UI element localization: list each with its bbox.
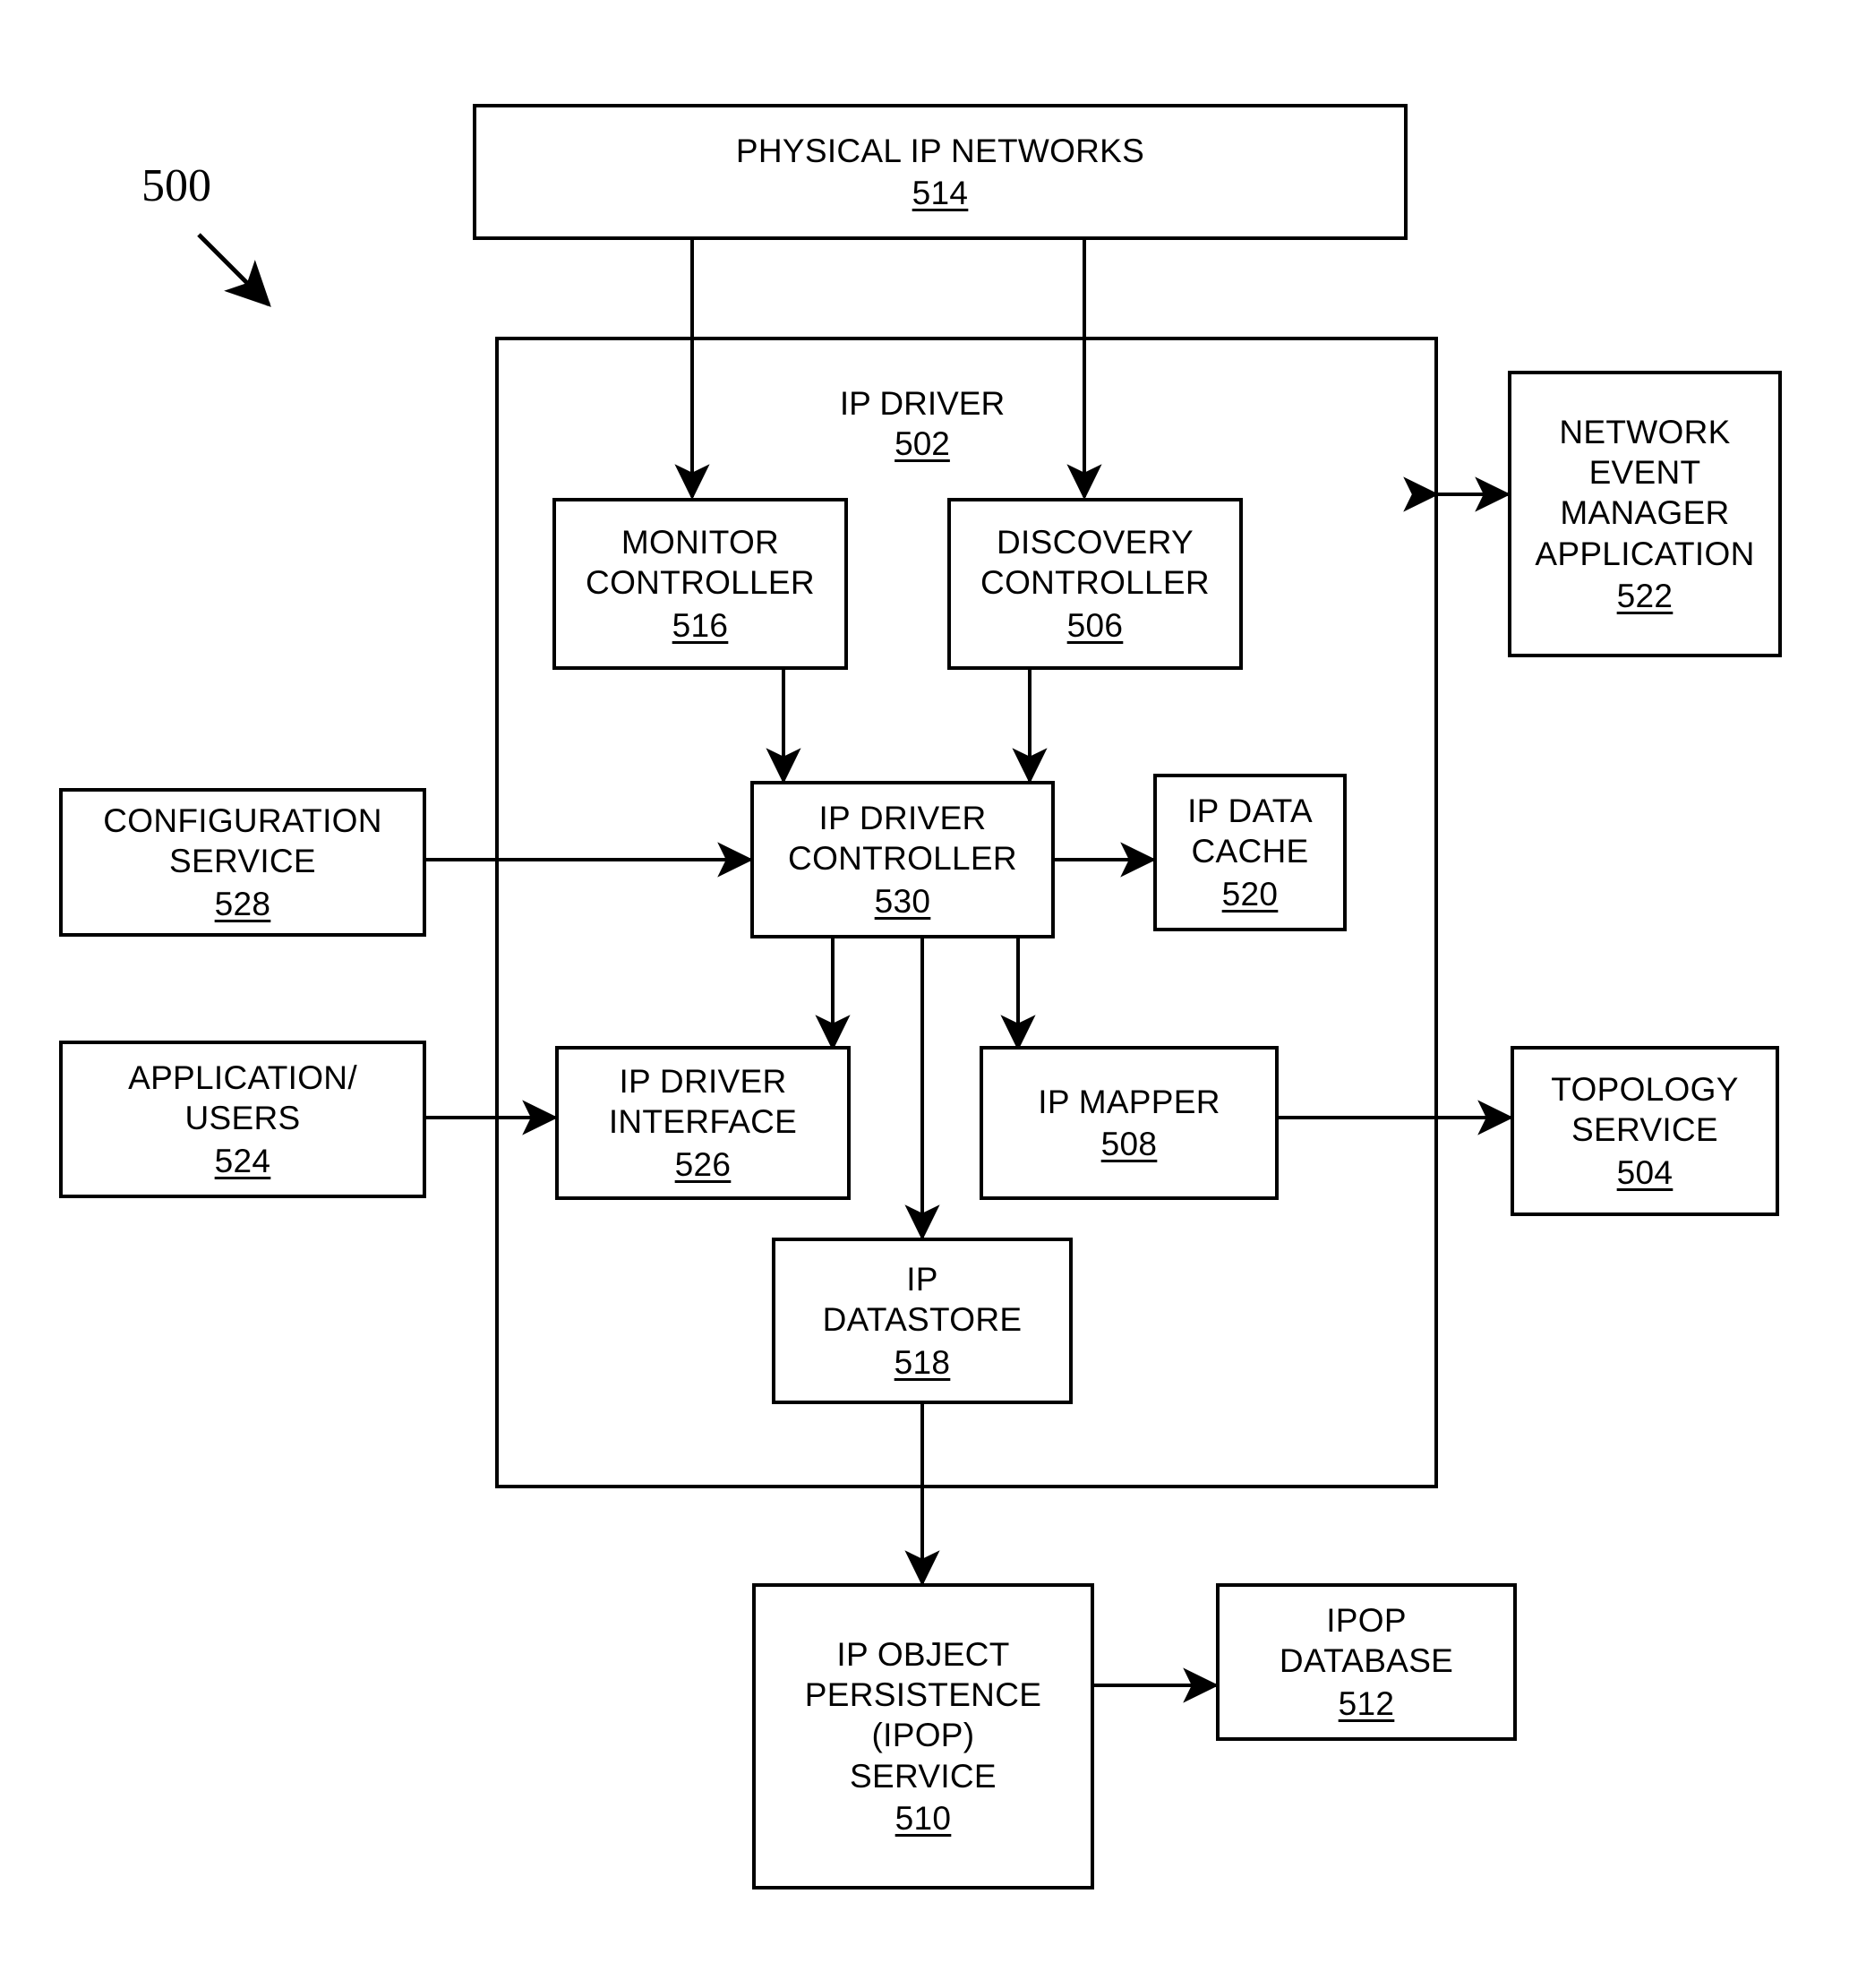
- ip-object-persistence-label: IP OBJECT PERSISTENCE (IPOP) SERVICE: [804, 1636, 1042, 1795]
- ip-driver-interface-ref: 526: [674, 1145, 732, 1183]
- ip-driver-controller-ref: 530: [874, 882, 931, 920]
- ip-datastore-ref: 518: [894, 1343, 951, 1381]
- ip-driver-controller-label: IP DRIVER CONTROLLER: [788, 800, 1017, 878]
- ip-driver-interface-label: IP DRIVER INTERFACE: [608, 1063, 798, 1141]
- ip-driver-label-group: IP DRIVER 502: [788, 383, 1057, 465]
- figure-leader-arrow: [197, 233, 271, 307]
- monitor-controller-label: MONITOR CONTROLLER: [586, 524, 815, 602]
- node-configuration-service[interactable]: CONFIGURATION SERVICE 528: [59, 788, 426, 937]
- node-monitor-controller[interactable]: MONITOR CONTROLLER 516: [552, 498, 848, 670]
- ip-object-persistence-ref: 510: [895, 1799, 952, 1837]
- network-event-manager-label: NETWORK EVENT MANAGER APPLICATION: [1535, 414, 1755, 572]
- patent-figure-canvas: 500 IP DRIVER 502 PHYSICAL IP NETWORKS 5…: [0, 0, 1849, 1988]
- node-ipop-database[interactable]: IPOP DATABASE 512: [1216, 1583, 1517, 1741]
- node-ip-data-cache[interactable]: IP DATA CACHE 520: [1153, 774, 1347, 931]
- figure-number: 500: [141, 160, 211, 211]
- topology-service-label: TOPOLOGY SERVICE: [1551, 1071, 1739, 1149]
- node-network-event-manager-application[interactable]: NETWORK EVENT MANAGER APPLICATION 522: [1508, 371, 1782, 657]
- node-ip-driver-interface[interactable]: IP DRIVER INTERFACE 526: [555, 1046, 851, 1200]
- node-discovery-controller[interactable]: DISCOVERY CONTROLLER 506: [947, 498, 1243, 670]
- ip-mapper-ref: 508: [1100, 1126, 1158, 1162]
- node-application-users[interactable]: APPLICATION/ USERS 524: [59, 1041, 426, 1198]
- ip-mapper-label: IP MAPPER: [1038, 1083, 1220, 1120]
- topology-service-ref: 504: [1616, 1153, 1674, 1191]
- ip-datastore-label: IP DATASTORE: [822, 1261, 1023, 1339]
- physical-ip-networks-label: PHYSICAL IP NETWORKS: [735, 132, 1145, 169]
- discovery-controller-label: DISCOVERY CONTROLLER: [980, 524, 1210, 602]
- discovery-controller-ref: 506: [1066, 606, 1124, 644]
- configuration-service-ref: 528: [214, 885, 271, 922]
- ip-driver-ref: 502: [895, 425, 950, 463]
- ip-data-cache-ref: 520: [1221, 875, 1279, 913]
- ipop-database-label: IPOP DATABASE: [1279, 1602, 1454, 1680]
- node-ip-datastore[interactable]: IP DATASTORE 518: [772, 1238, 1073, 1404]
- configuration-service-label: CONFIGURATION SERVICE: [103, 802, 382, 880]
- application-users-ref: 524: [214, 1142, 271, 1179]
- ip-driver-label: IP DRIVER: [839, 385, 1006, 422]
- node-ip-object-persistence-service[interactable]: IP OBJECT PERSISTENCE (IPOP) SERVICE 510: [752, 1583, 1094, 1889]
- monitor-controller-ref: 516: [672, 606, 729, 644]
- node-ip-mapper[interactable]: IP MAPPER 508: [980, 1046, 1279, 1200]
- node-topology-service[interactable]: TOPOLOGY SERVICE 504: [1511, 1046, 1779, 1216]
- ipop-database-ref: 512: [1338, 1684, 1395, 1722]
- node-ip-driver-controller[interactable]: IP DRIVER CONTROLLER 530: [750, 781, 1055, 938]
- node-physical-ip-networks[interactable]: PHYSICAL IP NETWORKS 514: [473, 104, 1408, 240]
- ip-data-cache-label: IP DATA CACHE: [1187, 793, 1313, 870]
- physical-ip-networks-ref: 514: [912, 175, 969, 211]
- application-users-label: APPLICATION/ USERS: [128, 1059, 357, 1137]
- network-event-manager-ref: 522: [1616, 577, 1674, 614]
